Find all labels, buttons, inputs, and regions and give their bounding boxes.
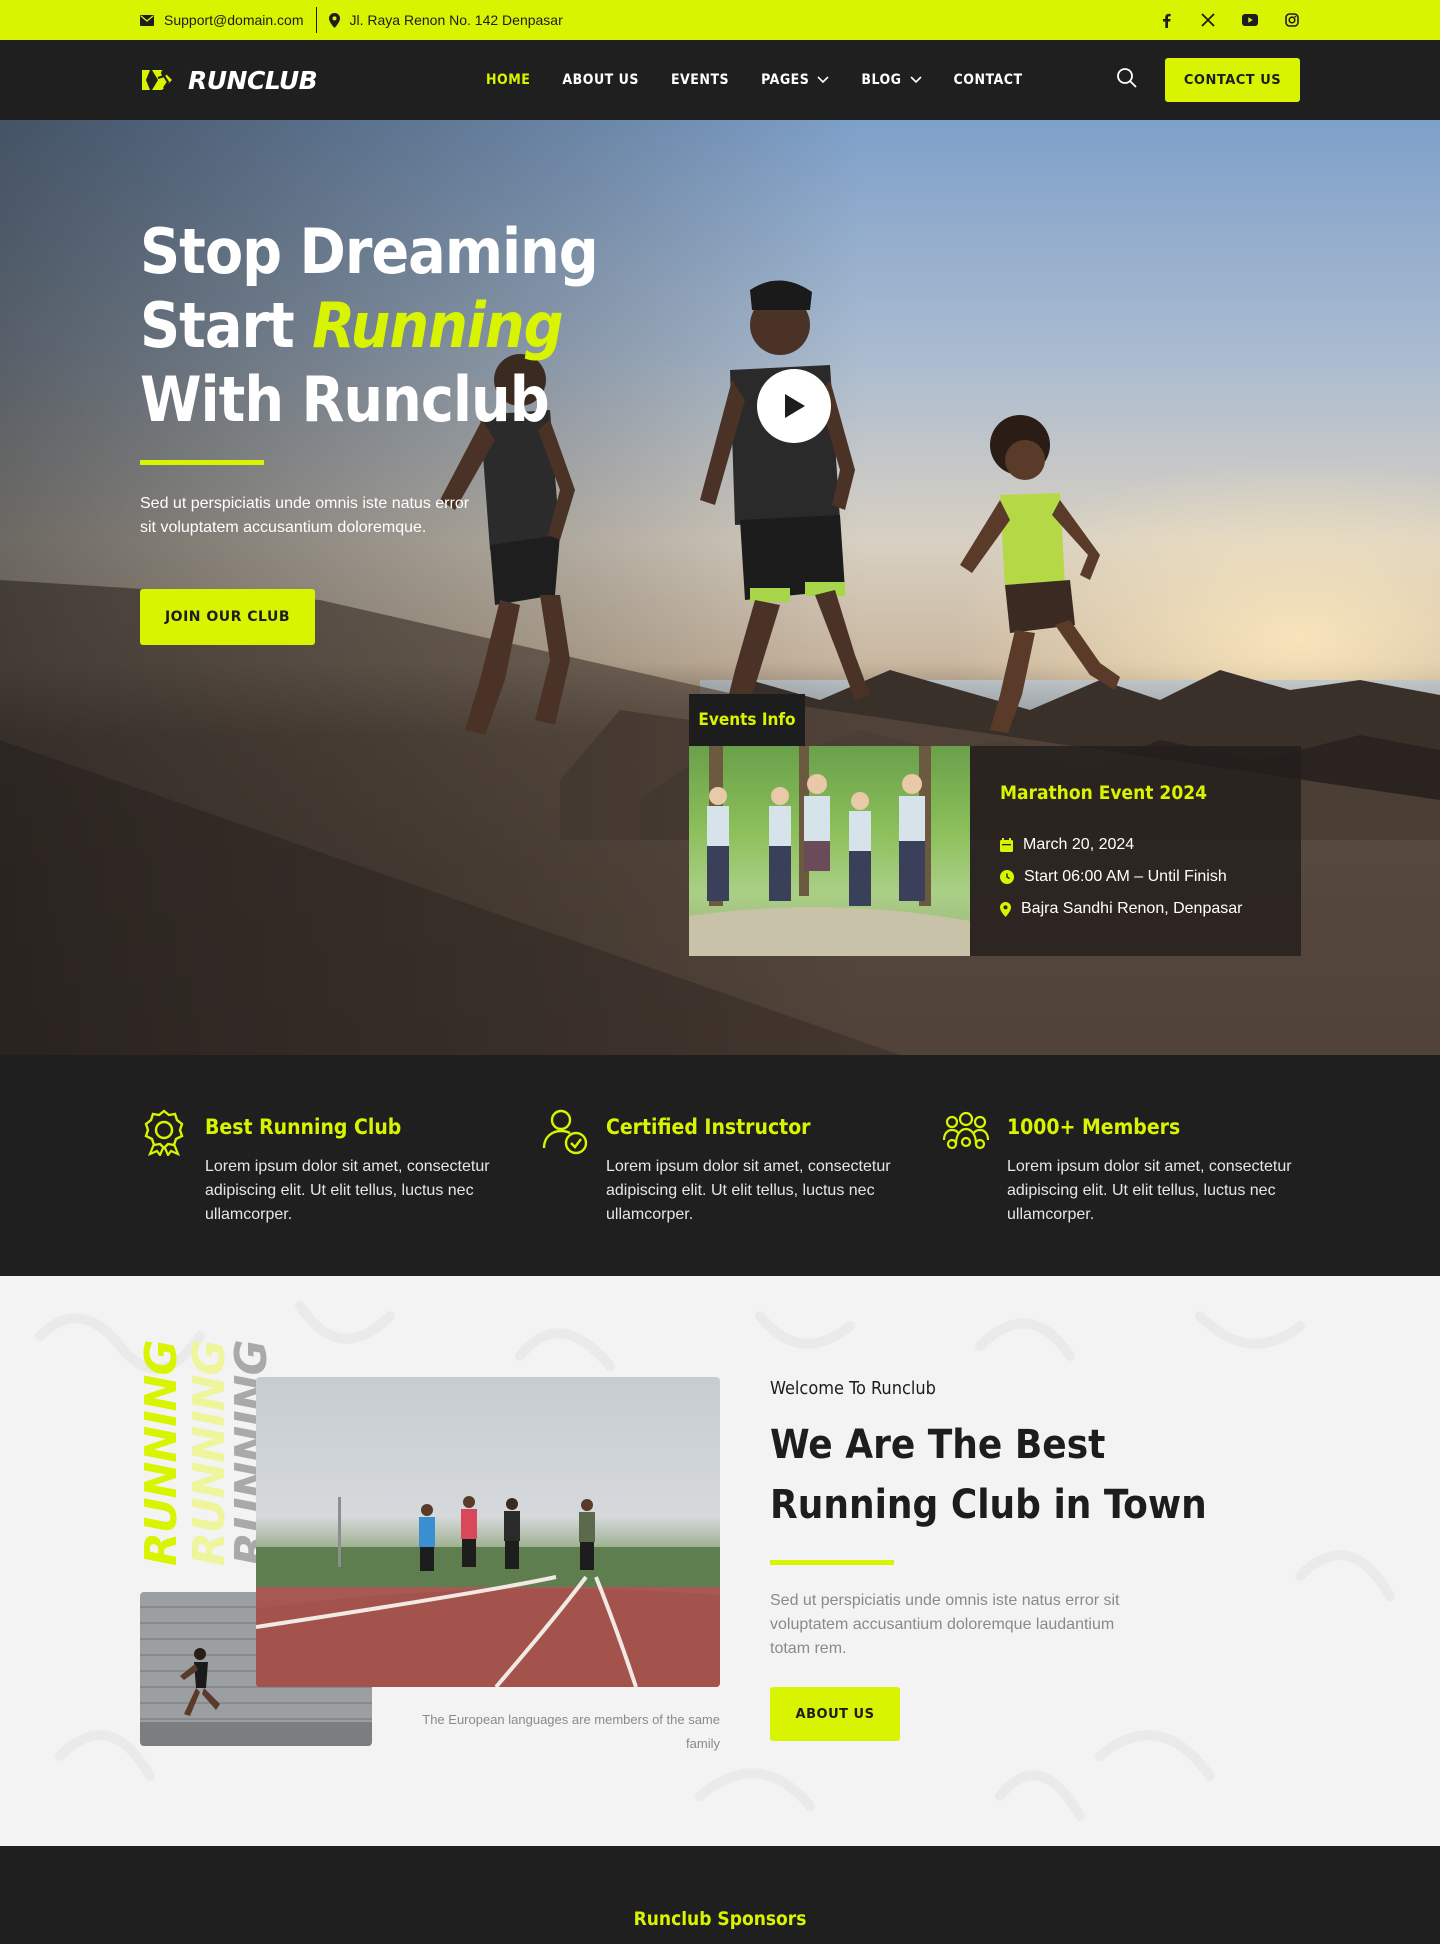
hero-title: Stop Dreaming Start Running With Runclub: [140, 215, 599, 437]
features-section: Best Running Club Lorem ipsum dolor sit …: [0, 1055, 1440, 1276]
event-location-text: Bajra Sandhi Renon, Denpasar: [1021, 900, 1243, 917]
nav-label: PAGES: [761, 72, 810, 88]
calendar-icon: [1000, 838, 1013, 852]
members-icon: [942, 1111, 990, 1150]
events-info-tab[interactable]: Events Info: [689, 694, 805, 746]
join-our-club-button[interactable]: JOIN OUR CLUB: [140, 589, 315, 645]
feature-title: 1000+ Members: [1007, 1115, 1181, 1139]
feature-title: Best Running Club: [205, 1115, 402, 1139]
runclub-logo-icon: [142, 70, 172, 90]
sponsors-title: Runclub Sponsors: [633, 1908, 807, 1930]
chevron-down-icon: [909, 76, 922, 84]
running-track-photo: [256, 1377, 720, 1687]
location-pin-icon: [328, 12, 340, 28]
contact-us-button[interactable]: CONTACT US: [1165, 58, 1300, 102]
photo-caption: The European languages are members of th…: [422, 1712, 720, 1751]
location-pin-icon: [1000, 901, 1011, 917]
divider: [315, 7, 317, 33]
about-description: Sed ut perspiciatis unde omnis iste natu…: [770, 1592, 1120, 1657]
feature-text: Lorem ipsum dolor sit amet, consectetur …: [606, 1158, 891, 1223]
top-bar: Support@domain.com Jl. Raya Renon No. 14…: [0, 0, 1440, 40]
clock-icon: [1000, 870, 1014, 884]
social-links: [1158, 0, 1300, 40]
feature-best-club: Best Running Club Lorem ipsum dolor sit …: [140, 1055, 500, 1230]
runner-right: [960, 415, 1120, 733]
instagram-icon[interactable]: [1284, 12, 1300, 28]
nav-item-contact[interactable]: CONTACT: [954, 72, 1023, 88]
feature-members: 1000+ Members Lorem ipsum dolor sit amet…: [942, 1055, 1302, 1230]
nav-label: HOME: [486, 72, 531, 88]
feature-title: Certified Instructor: [606, 1115, 811, 1139]
nav-label: CONTACT: [953, 72, 1023, 88]
address-item: Jl. Raya Renon No. 142 Denpasar: [328, 12, 563, 28]
about-title: We Are The Best Running Club in Town: [770, 1422, 1207, 1528]
event-time-text: Start 06:00 AM – Until Finish: [1024, 868, 1227, 885]
hero-title-accent: Running: [312, 289, 563, 362]
mail-icon: [140, 14, 154, 26]
vertical-word-1: RUNNING: [136, 1340, 187, 1566]
hero-description: Sed ut perspiciatis unde omnis iste natu…: [140, 495, 470, 536]
runner-center: [700, 280, 870, 735]
event-date-text: March 20, 2024: [1023, 836, 1135, 853]
award-icon: [144, 1109, 184, 1156]
nav-label: ABOUT US: [562, 72, 639, 88]
logo-text: RUNCLUB: [188, 65, 318, 95]
event-photo: [689, 746, 970, 956]
event-time: Start 06:00 AM – Until Finish: [1000, 868, 1227, 886]
event-card[interactable]: Marathon Event 2024 March 20, 2024 Start…: [689, 746, 1301, 956]
feature-text: Lorem ipsum dolor sit amet, consectetur …: [1007, 1158, 1292, 1223]
nav-item-home[interactable]: HOME: [486, 72, 530, 88]
hero-title-line2: Start Running: [140, 289, 598, 363]
facebook-icon[interactable]: [1158, 12, 1174, 28]
play-video-button[interactable]: [757, 369, 831, 443]
email-item[interactable]: Support@domain.com: [140, 12, 304, 28]
youtube-icon[interactable]: [1242, 12, 1258, 28]
feature-text: Lorem ipsum dolor sit amet, consectetur …: [205, 1158, 490, 1223]
hero-title-line1: Stop Dreaming: [140, 215, 599, 288]
menu: HOME ABOUT US EVENTS PAGES BLOG CONTACT: [486, 40, 1023, 120]
nav-item-about-us[interactable]: ABOUT US: [562, 72, 639, 88]
certified-user-icon: [542, 1109, 588, 1155]
x-icon[interactable]: [1200, 12, 1216, 28]
address-text: Jl. Raya Renon No. 142 Denpasar: [349, 12, 563, 28]
logo[interactable]: RUNCLUB: [140, 62, 318, 98]
email-text: Support@domain.com: [164, 12, 304, 28]
nav-item-pages[interactable]: PAGES: [761, 72, 829, 88]
hero-underline: [140, 460, 264, 465]
nav-label: EVENTS: [670, 72, 730, 88]
about-section: RUNNING RUNNING RUNNING The European lan…: [0, 1276, 1440, 1846]
contact-info: Support@domain.com Jl. Raya Renon No. 14…: [140, 0, 563, 40]
about-us-button[interactable]: ABOUT US: [770, 1687, 900, 1741]
play-icon: [785, 394, 805, 418]
nav-item-blog[interactable]: BLOG: [861, 72, 922, 88]
sponsors-section: Runclub Sponsors: [0, 1846, 1440, 1944]
event-location: Bajra Sandhi Renon, Denpasar: [1000, 900, 1242, 918]
about-underline: [770, 1560, 894, 1565]
nav-label: BLOG: [861, 72, 902, 88]
event-title: Marathon Event 2024: [1000, 782, 1208, 804]
nav-item-events[interactable]: EVENTS: [671, 72, 729, 88]
hero-section: Stop Dreaming Start Running With Runclub…: [0, 120, 1440, 1055]
search-icon[interactable]: [1116, 67, 1142, 93]
hero-title-prefix: Start: [140, 289, 313, 362]
about-kicker: Welcome To Runclub: [770, 1378, 936, 1399]
chevron-down-icon: [817, 76, 829, 84]
feature-certified-instructor: Certified Instructor Lorem ipsum dolor s…: [541, 1055, 901, 1230]
hero-title-line3: With Runclub: [140, 363, 550, 436]
event-date: March 20, 2024: [1000, 836, 1134, 854]
